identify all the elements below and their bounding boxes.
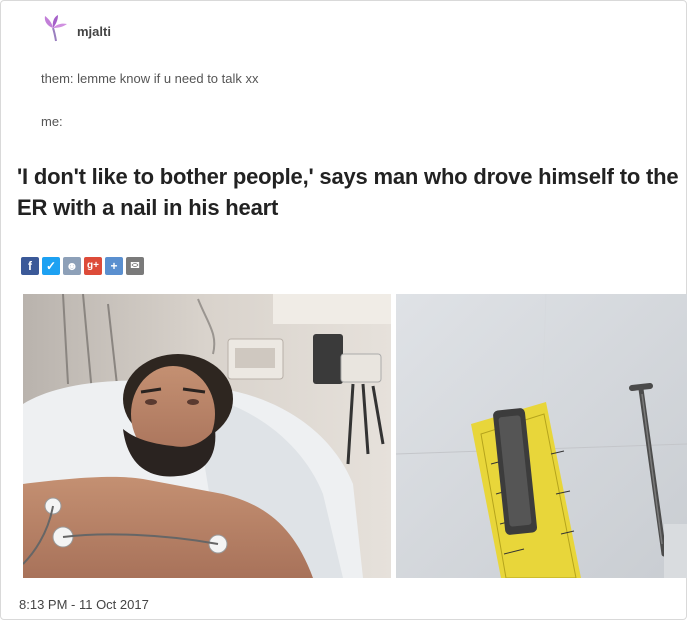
avatar[interactable] <box>41 13 71 43</box>
post-text-line: them: lemme know if u need to talk xx <box>41 71 259 86</box>
share-buttons: f ✓ ☻ g+ + ✉ <box>21 257 144 275</box>
facebook-icon[interactable]: f <box>21 257 39 275</box>
hospital-scene-image <box>23 294 391 578</box>
twitter-icon[interactable]: ✓ <box>42 257 60 275</box>
reddit-icon[interactable]: ☻ <box>63 257 81 275</box>
article-photos <box>23 294 687 578</box>
plus-icon[interactable]: + <box>105 257 123 275</box>
hospital-patient-photo[interactable] <box>23 294 391 578</box>
article-headline[interactable]: 'I don't like to bother people,' says ma… <box>17 161 687 223</box>
nail-photo[interactable] <box>396 294 687 578</box>
post-header: mjalti <box>41 13 111 43</box>
google-plus-icon[interactable]: g+ <box>84 257 102 275</box>
nail-and-tape-image <box>396 294 687 578</box>
username[interactable]: mjalti <box>77 24 111 39</box>
flower-logo-icon <box>44 15 67 42</box>
post-timestamp[interactable]: 8:13 PM - 11 Oct 2017 <box>19 597 149 612</box>
email-icon[interactable]: ✉ <box>126 257 144 275</box>
post-card: mjalti them: lemme know if u need to tal… <box>0 0 687 620</box>
post-text-line: me: <box>41 114 63 129</box>
